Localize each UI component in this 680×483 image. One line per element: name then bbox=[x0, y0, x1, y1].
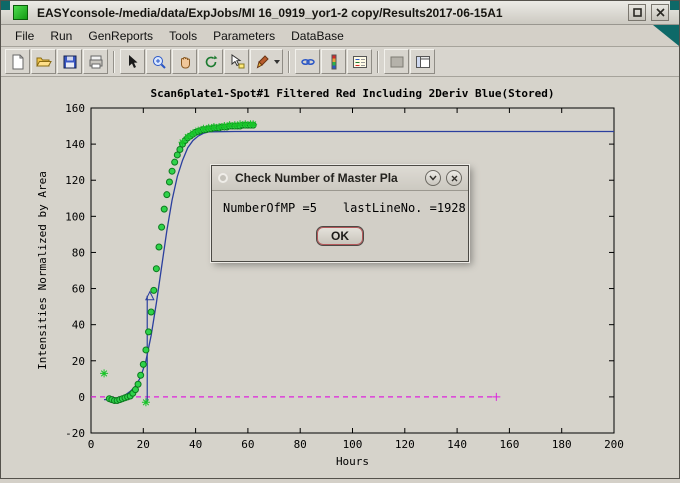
brush-dropdown-caret[interactable] bbox=[274, 60, 280, 64]
menu-genreports[interactable]: GenReports bbox=[80, 26, 161, 46]
easyconsole-window: EASYconsole-/media/data/ExpJobs/MI 16_09… bbox=[0, 0, 680, 479]
new-figure-button[interactable] bbox=[5, 49, 30, 74]
ok-button[interactable]: OK bbox=[316, 226, 364, 246]
menubar-corner-decoration bbox=[653, 25, 679, 46]
menu-database[interactable]: DataBase bbox=[283, 26, 352, 46]
svg-text:100: 100 bbox=[343, 438, 363, 451]
pan-button[interactable] bbox=[172, 49, 197, 74]
window-title: EASYconsole-/media/data/ExpJobs/MI 16_09… bbox=[37, 6, 503, 20]
print-figure-button[interactable] bbox=[83, 49, 108, 74]
edit-arrow-icon bbox=[124, 53, 142, 71]
rotate-3d-button[interactable] bbox=[198, 49, 223, 74]
svg-text:120: 120 bbox=[395, 438, 415, 451]
zoom-in-icon bbox=[150, 53, 168, 71]
svg-text:-20: -20 bbox=[65, 427, 85, 440]
link-icon bbox=[299, 53, 317, 71]
legend-icon bbox=[351, 53, 369, 71]
svg-text:Hours: Hours bbox=[336, 455, 369, 468]
dialog-close-button[interactable] bbox=[446, 170, 462, 186]
link-plot-button[interactable] bbox=[295, 49, 320, 74]
hand-icon bbox=[176, 53, 194, 71]
svg-text:100: 100 bbox=[65, 210, 85, 223]
toolbar-separator bbox=[288, 51, 290, 73]
brush-button[interactable] bbox=[250, 49, 283, 74]
brush-icon bbox=[254, 53, 272, 71]
dialog-titlebar[interactable]: Check Number of Master Pla bbox=[212, 166, 468, 191]
menubar: File Run GenReports Tools Parameters Dat… bbox=[1, 25, 679, 47]
show-plot-tools-button[interactable] bbox=[410, 49, 435, 74]
close-button[interactable] bbox=[651, 4, 669, 21]
hide-plot-tools-button[interactable] bbox=[384, 49, 409, 74]
data-cursor-icon bbox=[228, 53, 246, 71]
plot-canvas[interactable]: 020406080100120140160180200-200204060801… bbox=[1, 77, 679, 478]
menu-run[interactable]: Run bbox=[42, 26, 80, 46]
svg-text:140: 140 bbox=[65, 138, 85, 151]
save-icon bbox=[61, 53, 79, 71]
svg-text:160: 160 bbox=[65, 102, 85, 115]
menu-parameters[interactable]: Parameters bbox=[205, 26, 283, 46]
maximize-button[interactable] bbox=[628, 4, 646, 21]
lastlineno-value: lastLineNo. =1928 bbox=[343, 201, 466, 215]
zoom-in-button[interactable] bbox=[146, 49, 171, 74]
figure-toolbar bbox=[1, 47, 679, 77]
svg-text:Intensities Normalized by Area: Intensities Normalized by Area bbox=[36, 171, 49, 370]
check-number-dialog: Check Number of Master Pla NumberOfMP =5… bbox=[211, 165, 469, 262]
window-corner-grip-right[interactable] bbox=[670, 1, 679, 10]
toolbar-separator bbox=[113, 51, 115, 73]
chevron-down-icon bbox=[429, 175, 437, 181]
close-icon bbox=[451, 175, 458, 182]
data-cursor-button[interactable] bbox=[224, 49, 249, 74]
window-titlebar[interactable]: EASYconsole-/media/data/ExpJobs/MI 16_09… bbox=[1, 1, 679, 25]
svg-text:20: 20 bbox=[72, 355, 85, 368]
open-folder-icon bbox=[35, 53, 53, 71]
dialog-icon bbox=[218, 173, 228, 183]
svg-text:60: 60 bbox=[241, 438, 254, 451]
figure-area: 020406080100120140160180200-200204060801… bbox=[1, 77, 679, 478]
insert-legend-button[interactable] bbox=[347, 49, 372, 74]
insert-colorbar-button[interactable] bbox=[321, 49, 346, 74]
svg-text:120: 120 bbox=[65, 174, 85, 187]
svg-text:Scan6plate1-Spot#1 Filtered Re: Scan6plate1-Spot#1 Filtered Red Includin… bbox=[151, 87, 555, 100]
printer-icon bbox=[87, 53, 105, 71]
hide-plot-tools-icon bbox=[388, 53, 406, 71]
toolbar-separator bbox=[377, 51, 379, 73]
svg-text:40: 40 bbox=[189, 438, 202, 451]
new-figure-icon bbox=[9, 53, 27, 71]
svg-text:80: 80 bbox=[72, 246, 85, 259]
close-icon bbox=[656, 8, 665, 17]
edit-plot-button[interactable] bbox=[120, 49, 145, 74]
svg-text:20: 20 bbox=[137, 438, 150, 451]
svg-text:40: 40 bbox=[72, 319, 85, 332]
open-file-button[interactable] bbox=[31, 49, 56, 74]
numberofmp-value: NumberOfMP =5 bbox=[223, 201, 317, 215]
show-plot-tools-icon bbox=[414, 53, 432, 71]
save-figure-button[interactable] bbox=[57, 49, 82, 74]
colorbar-icon bbox=[325, 53, 343, 71]
dialog-collapse-button[interactable] bbox=[425, 170, 441, 186]
menu-tools[interactable]: Tools bbox=[161, 26, 205, 46]
menu-file[interactable]: File bbox=[7, 26, 42, 46]
svg-text:80: 80 bbox=[294, 438, 307, 451]
svg-text:160: 160 bbox=[499, 438, 519, 451]
svg-text:60: 60 bbox=[72, 283, 85, 296]
svg-text:0: 0 bbox=[78, 391, 85, 404]
svg-text:200: 200 bbox=[604, 438, 624, 451]
dialog-title: Check Number of Master Pla bbox=[235, 171, 420, 185]
maximize-icon bbox=[633, 8, 642, 17]
window-corner-grip-left[interactable] bbox=[1, 1, 10, 10]
app-icon bbox=[13, 5, 28, 20]
svg-text:140: 140 bbox=[447, 438, 467, 451]
svg-text:180: 180 bbox=[552, 438, 572, 451]
dialog-body: NumberOfMP =5 lastLineNo. =1928 OK bbox=[212, 191, 468, 246]
svg-text:0: 0 bbox=[88, 438, 95, 451]
rotate-icon bbox=[202, 53, 220, 71]
